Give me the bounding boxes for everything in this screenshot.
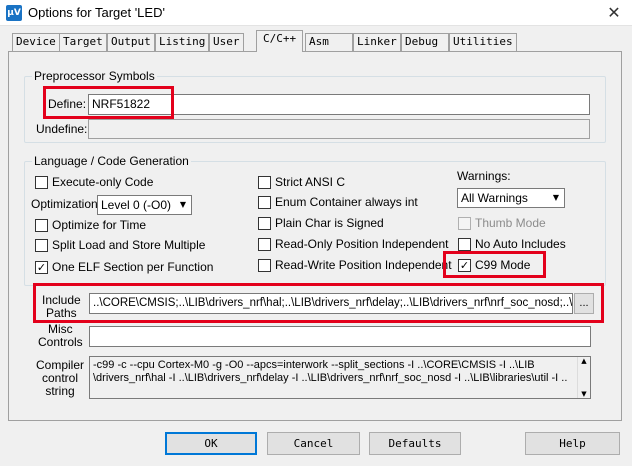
- warnings-value: All Warnings: [461, 191, 528, 205]
- tab-debug[interactable]: Debug: [401, 33, 449, 51]
- c99-mode-checkbox[interactable]: ✓: [458, 259, 471, 272]
- optimization-select[interactable]: Level 0 (-O0) ▼: [97, 195, 192, 215]
- tab-output[interactable]: Output: [107, 33, 155, 51]
- ok-button[interactable]: OK: [165, 432, 257, 455]
- no-auto-includes-label: No Auto Includes: [475, 237, 566, 251]
- optimize-time-label: Optimize for Time: [52, 218, 147, 232]
- compiler-control-line1: -c99 -c --cpu Cortex-M0 -g -O0 --apcs=in…: [93, 359, 535, 371]
- compiler-control-label: Compiler control string: [36, 358, 85, 398]
- tab-target[interactable]: Target: [59, 33, 107, 51]
- undefine-label: Undefine:: [36, 122, 88, 136]
- strict-ansi-label: Strict ANSI C: [275, 175, 346, 189]
- define-label: Define:: [48, 97, 87, 111]
- enum-container-label: Enum Container always int: [275, 195, 418, 209]
- optimization-value: Level 0 (-O0): [101, 198, 172, 212]
- tab-device[interactable]: Device: [12, 33, 60, 51]
- tab-linker[interactable]: Linker: [353, 33, 401, 51]
- rw-position-checkbox[interactable]: [258, 259, 271, 272]
- compiler-scrollbar[interactable]: ▲ ▼: [577, 357, 590, 398]
- enum-container-checkbox[interactable]: [258, 196, 271, 209]
- ro-position-checkbox[interactable]: [258, 238, 271, 251]
- plain-char-checkbox[interactable]: [258, 217, 271, 230]
- thumb-mode-label: Thumb Mode: [475, 216, 546, 230]
- scroll-down-icon[interactable]: ▼: [578, 390, 590, 398]
- undefine-input[interactable]: [88, 119, 590, 139]
- compiler-control-textarea[interactable]: -c99 -c --cpu Cortex-M0 -g -O0 --apcs=in…: [89, 356, 591, 399]
- no-auto-includes-checkbox[interactable]: [458, 238, 471, 251]
- one-elf-checkbox[interactable]: ✓: [35, 261, 48, 274]
- thumb-mode-checkbox[interactable]: [458, 217, 471, 230]
- tab-asm[interactable]: Asm: [305, 33, 353, 51]
- define-input[interactable]: NRF51822: [88, 94, 590, 115]
- scroll-up-icon[interactable]: ▲: [578, 357, 590, 365]
- split-load-checkbox[interactable]: [35, 239, 48, 252]
- c99-mode-label: C99 Mode: [475, 258, 531, 272]
- misc-controls-label: Misc Controls: [38, 322, 83, 349]
- tab-listing[interactable]: Listing: [155, 33, 210, 51]
- optimize-time-checkbox[interactable]: [35, 219, 48, 232]
- chevron-down-icon: ▼: [179, 200, 187, 209]
- window-title: Options for Target 'LED': [28, 5, 165, 20]
- split-load-label: Split Load and Store Multiple: [52, 238, 206, 252]
- execute-only-label: Execute-only Code: [52, 175, 154, 189]
- title-bar: µV Options for Target 'LED' ✕: [0, 0, 632, 26]
- misc-controls-input[interactable]: [89, 326, 591, 347]
- close-icon[interactable]: ✕: [596, 0, 632, 26]
- app-icon: µV: [6, 5, 22, 21]
- execute-only-checkbox[interactable]: [35, 176, 48, 189]
- cancel-button[interactable]: Cancel: [267, 432, 360, 455]
- optimization-label: Optimization:: [31, 197, 102, 211]
- plain-char-label: Plain Char is Signed: [275, 216, 384, 230]
- ro-position-label: Read-Only Position Independent: [275, 237, 449, 251]
- include-paths-label: Include Paths: [42, 293, 81, 320]
- browse-include-button[interactable]: ...: [574, 293, 594, 314]
- preprocessor-group-title: Preprocessor Symbols: [32, 69, 157, 83]
- tab-utilities[interactable]: Utilities: [449, 33, 517, 51]
- warnings-label: Warnings:: [457, 169, 511, 183]
- include-paths-input[interactable]: ..\CORE\CMSIS;..\LIB\drivers_nrf\hal;..\…: [89, 293, 573, 314]
- warnings-select[interactable]: All Warnings ▼: [457, 188, 565, 208]
- tab-c-cpp[interactable]: C/C++: [256, 30, 304, 52]
- defaults-button[interactable]: Defaults: [369, 432, 461, 455]
- rw-position-label: Read-Write Position Independent: [275, 258, 452, 272]
- chevron-down-icon: ▼: [552, 193, 560, 202]
- tab-user[interactable]: User: [209, 33, 244, 51]
- compiler-control-line2: \drivers_nrf\hal -I ..\LIB\drivers_nrf\d…: [93, 372, 568, 384]
- language-group-title: Language / Code Generation: [32, 154, 191, 168]
- help-button[interactable]: Help: [525, 432, 620, 455]
- one-elf-label: One ELF Section per Function: [52, 260, 214, 274]
- strict-ansi-checkbox[interactable]: [258, 176, 271, 189]
